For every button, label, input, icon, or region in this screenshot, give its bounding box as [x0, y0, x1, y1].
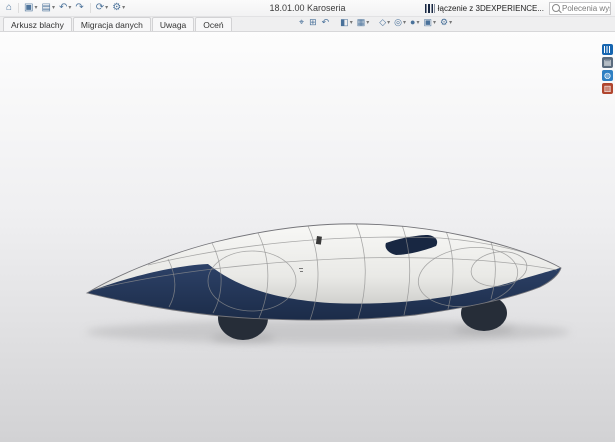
- hide-show-items-icon: ◎: [394, 18, 402, 27]
- tab-uwaga[interactable]: Uwaga: [152, 17, 194, 31]
- print-icon: ▤: [42, 3, 51, 13]
- caret-down-icon: ▾: [35, 5, 38, 11]
- display-style-icon: ◇: [379, 18, 386, 27]
- options-gear-icon: ⚙: [112, 3, 121, 13]
- rebuild-button[interactable]: ⟳ ▾: [94, 2, 110, 15]
- title-bar: ⌂ ▣ ▾ ▤ ▾ ↶ ▾ ↷ ⟳ ▾ ⚙ ▾ 18.01.00 Karose: [0, 0, 615, 17]
- caret-down-icon: ▾: [52, 5, 55, 11]
- tab-migracja-danych[interactable]: Migracja danych: [73, 17, 151, 31]
- print-button[interactable]: ▤ ▾: [40, 2, 57, 15]
- caret-down-icon: ▾: [433, 20, 436, 26]
- redo-button[interactable]: ↷: [73, 2, 86, 15]
- zoom-fit-icon: ⌖: [299, 18, 304, 27]
- task-pane-tabs: ▤ ◍ ▥: [602, 44, 613, 94]
- search-placeholder-text: Polecenia wyszuka...: [562, 4, 611, 13]
- toolbar-separator: [18, 3, 19, 13]
- section-view-icon: ◧: [340, 18, 349, 27]
- caret-down-icon: ▾: [105, 5, 108, 11]
- quick-access-toolbar: ⌂ ▣ ▾ ▤ ▾ ↶ ▾ ↷ ⟳ ▾ ⚙ ▾: [0, 2, 127, 15]
- tab-arkusz-blachy[interactable]: Arkusz blachy: [3, 17, 72, 31]
- caret-down-icon: ▾: [68, 5, 71, 11]
- heads-up-view-toolbar: ⌖ ⊞ ↶ ◧ ▾ ▦ ▾ ◇ ▾ ◎ ▾ ● ▾ ▣ ▾ ⚙ ▾: [297, 16, 454, 29]
- caret-down-icon: ▾: [122, 5, 125, 11]
- redo-icon: ↷: [75, 3, 83, 13]
- titlebar-right-cluster: łączenie z 3DEXPERIENCE... Polecenia wys…: [425, 2, 615, 15]
- rebuild-icon: ⟳: [96, 3, 104, 13]
- zoom-area-button[interactable]: ⊞: [307, 16, 320, 29]
- section-view-button[interactable]: ◧ ▾: [338, 16, 355, 29]
- toolbar-separator: [90, 3, 91, 13]
- hide-show-items-button[interactable]: ◎ ▾: [392, 16, 408, 29]
- previous-view-icon: ↶: [322, 18, 330, 27]
- 3dexperience-icon: [604, 46, 611, 53]
- design-library-button[interactable]: ▤: [602, 57, 613, 68]
- document-title: 18.01.00 Karoseria: [269, 3, 345, 13]
- design-library-icon: ▤: [604, 59, 612, 67]
- view-orientation-cube-icon: ▦: [357, 18, 366, 27]
- model-view-karoseria: [0, 31, 615, 442]
- options-button[interactable]: ⚙ ▾: [110, 2, 127, 15]
- view-orientation-button[interactable]: ▦ ▾: [355, 16, 372, 29]
- apply-scene-button[interactable]: ▣ ▾: [422, 16, 439, 29]
- edit-appearance-icon: ●: [410, 18, 415, 27]
- search-icon: [552, 4, 560, 12]
- caret-down-icon: ▾: [403, 20, 406, 26]
- file-explorer-icon: ▥: [604, 85, 612, 93]
- caret-down-icon: ▾: [416, 20, 419, 26]
- save-button[interactable]: ▣ ▾: [22, 2, 39, 15]
- 3dexperience-connect-label: łączenie z 3DEXPERIENCE...: [438, 4, 544, 13]
- view-settings-button[interactable]: ⚙ ▾: [438, 16, 454, 29]
- view-settings-icon: ⚙: [440, 18, 448, 27]
- zoom-area-icon: ⊞: [309, 18, 317, 27]
- appearances-globe-icon: ◍: [604, 72, 611, 80]
- previous-view-button[interactable]: ↶: [320, 16, 333, 29]
- caret-down-icon: ▾: [366, 20, 369, 26]
- display-style-button[interactable]: ◇ ▾: [377, 16, 392, 29]
- home-button[interactable]: ⌂: [4, 2, 15, 15]
- tab-ocen[interactable]: Oceń: [195, 17, 231, 31]
- save-icon: ▣: [24, 3, 33, 13]
- file-explorer-button[interactable]: ▥: [602, 83, 613, 94]
- graphics-area[interactable]: [0, 31, 615, 442]
- 3dexperience-connect-button[interactable]: łączenie z 3DEXPERIENCE...: [425, 4, 544, 13]
- undo-button[interactable]: ↶ ▾: [57, 2, 73, 15]
- caret-down-icon: ▾: [350, 20, 353, 26]
- 3dexperience-taskpane-button[interactable]: [602, 44, 613, 55]
- undo-icon: ↶: [59, 3, 67, 13]
- zoom-fit-button[interactable]: ⌖: [297, 16, 307, 29]
- apply-scene-icon: ▣: [424, 18, 433, 27]
- appearances-button[interactable]: ◍: [602, 70, 613, 81]
- 3dexperience-bars-icon: [425, 4, 435, 13]
- edit-appearance-button[interactable]: ● ▾: [408, 16, 421, 29]
- caret-down-icon: ▾: [387, 20, 390, 26]
- home-icon: ⌂: [6, 3, 12, 13]
- caret-down-icon: ▾: [449, 20, 452, 26]
- command-search-input[interactable]: Polecenia wyszuka...: [549, 2, 611, 15]
